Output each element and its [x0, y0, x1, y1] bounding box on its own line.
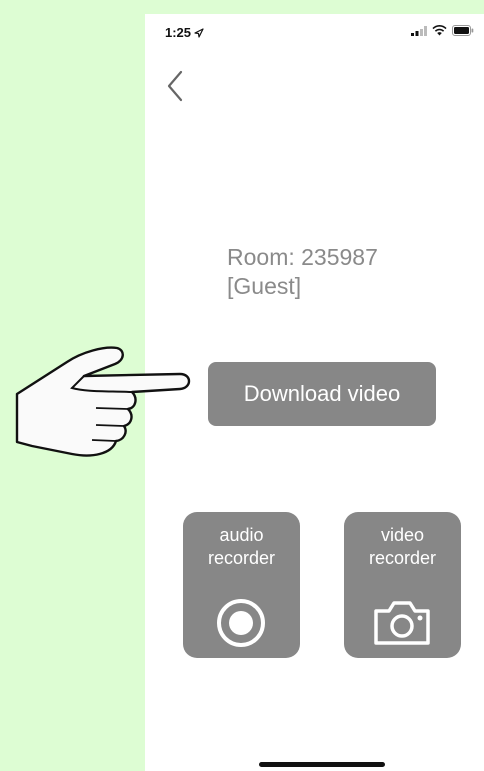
pointing-hand-icon	[15, 346, 191, 457]
status-icons	[411, 25, 474, 36]
battery-icon	[452, 25, 474, 36]
room-info: Room: 235987 [Guest]	[227, 243, 467, 301]
video-recorder-label: video recorder	[344, 524, 461, 570]
audio-recorder-label-line1: audio	[219, 525, 264, 545]
audio-recorder-label: audio recorder	[183, 524, 300, 570]
signal-icon	[411, 25, 427, 36]
download-video-button[interactable]: Download video	[208, 362, 436, 426]
back-button[interactable]	[159, 66, 189, 106]
status-bar: 1:25	[145, 14, 484, 48]
audio-recorder-button[interactable]: audio recorder	[183, 512, 300, 658]
status-time-group: 1:25	[165, 25, 204, 40]
video-recorder-button[interactable]: video recorder	[344, 512, 461, 658]
room-role: [Guest]	[227, 273, 302, 299]
download-video-label: Download video	[243, 381, 401, 406]
home-indicator	[259, 762, 385, 767]
camera-icon	[374, 601, 430, 645]
record-icon	[217, 599, 265, 647]
video-recorder-label-line2: recorder	[368, 548, 437, 568]
video-recorder-label-line1: video	[380, 525, 425, 545]
wifi-icon	[432, 25, 447, 36]
status-time: 1:25	[165, 25, 192, 40]
chevron-left-icon	[167, 70, 183, 102]
room-number: Room: 235987	[227, 244, 378, 270]
location-arrow-icon	[194, 27, 204, 38]
audio-recorder-label-line2: recorder	[207, 548, 276, 568]
phone-screen: 1:25 Room: 235987 [Guest] Download video…	[145, 14, 484, 771]
